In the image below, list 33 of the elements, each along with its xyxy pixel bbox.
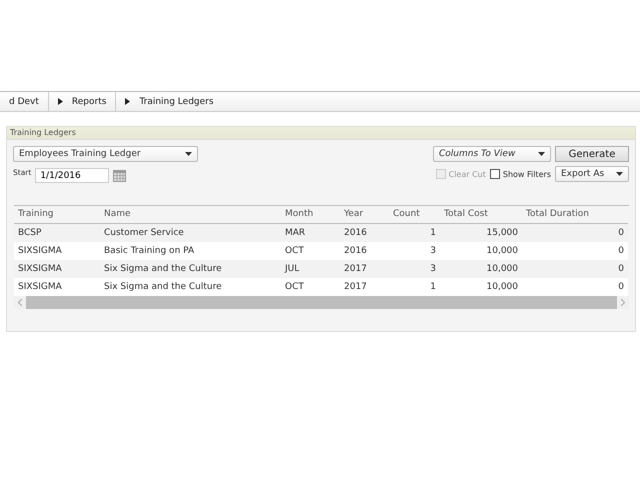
generate-button[interactable]: Generate	[555, 146, 629, 162]
show-filters-checkbox[interactable]	[490, 169, 500, 179]
table-cell: 2016	[340, 242, 389, 260]
table-cell: 3	[389, 242, 440, 260]
table-cell: SIXSIGMA	[14, 242, 100, 260]
columns-dropdown[interactable]: Columns To View	[433, 146, 551, 162]
checkbox-label: Show Filters	[502, 170, 551, 178]
table-cell: 2017	[340, 278, 389, 296]
table-cell: OCT	[281, 242, 340, 260]
horizontal-scrollbar[interactable]	[14, 296, 629, 309]
panel-title: Training Ledgers	[10, 128, 76, 137]
table-cell: SIXSIGMA	[14, 278, 100, 296]
arrow-icon	[125, 98, 130, 105]
checkbox-label: Clear Cut	[448, 170, 486, 178]
calendar-icon[interactable]	[113, 170, 126, 182]
table-cell: OCT	[281, 278, 340, 296]
table-cell: 0	[522, 242, 628, 260]
table-cell: 0	[522, 278, 628, 296]
breadcrumb-link[interactable]: Reports	[72, 96, 106, 106]
table-cell: Basic Training on PA	[100, 242, 281, 260]
export-dropdown[interactable]: Export As	[555, 166, 629, 182]
date-field[interactable]: 1/1/2016	[35, 168, 110, 183]
report-dropdown[interactable]: Employees Training Ledger	[13, 146, 198, 162]
arrow-icon	[58, 98, 63, 105]
table-cell: 1	[389, 278, 440, 296]
breadcrumb-link[interactable]: Training Ledgers	[139, 96, 214, 106]
caret-icon	[538, 152, 545, 156]
table-cell: Six Sigma and the Culture	[100, 278, 281, 296]
breadcrumb-link[interactable]: d Devt	[9, 96, 39, 106]
table-cell: 10,000	[440, 278, 522, 296]
table-cell: 10,000	[440, 242, 522, 260]
caret-icon	[616, 172, 623, 176]
caret-icon	[185, 152, 192, 156]
